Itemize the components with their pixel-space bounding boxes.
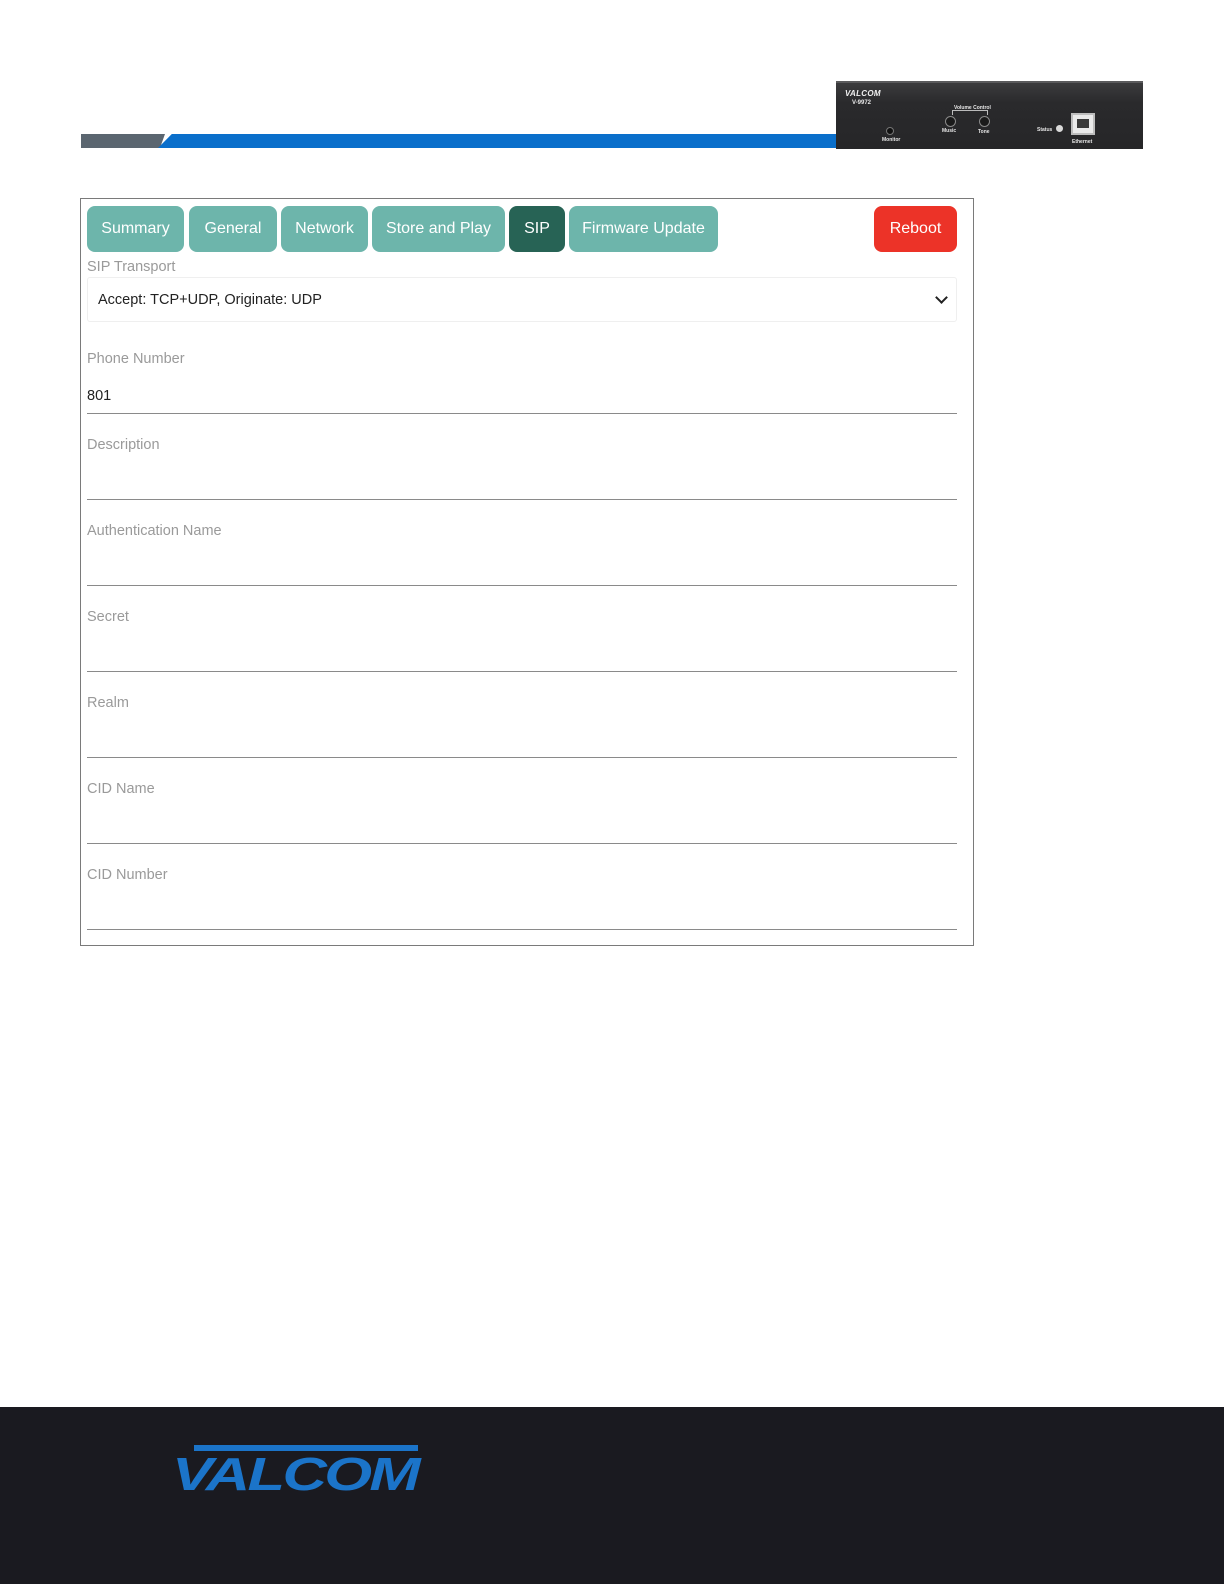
device-label-tone: Tone: [978, 129, 990, 135]
reboot-button[interactable]: Reboot: [874, 206, 957, 252]
cid-number-label: CID Number: [87, 867, 168, 883]
cid-number-input[interactable]: [87, 894, 957, 930]
sip-settings-panel: Summary General Network Store and Play S…: [80, 198, 974, 946]
header-band-blue: [158, 134, 848, 148]
tone-knob-icon: [979, 116, 990, 127]
tab-general[interactable]: General: [189, 206, 277, 252]
phone-number-label: Phone Number: [87, 351, 185, 367]
header-band-gray: [81, 134, 165, 148]
device-label-volume: Volume Control: [954, 105, 991, 111]
realm-input[interactable]: [87, 722, 957, 758]
footer: VALCOM: [0, 1407, 1224, 1584]
authentication-name-label: Authentication Name: [87, 523, 222, 539]
device-label-status: Status: [1037, 127, 1053, 133]
chevron-down-icon: [935, 291, 948, 304]
description-label: Description: [87, 437, 160, 453]
device-label-ethernet: Ethernet: [1072, 139, 1093, 145]
device-model: V-9972: [852, 100, 872, 106]
device-brand: VALCOM: [845, 89, 881, 98]
tab-summary[interactable]: Summary: [87, 206, 184, 252]
phone-number-input[interactable]: 801: [87, 378, 957, 414]
sip-transport-label: SIP Transport: [87, 259, 176, 275]
ethernet-port-icon: [1071, 113, 1095, 135]
music-knob-icon: [945, 116, 956, 127]
secret-label: Secret: [87, 609, 129, 625]
description-input[interactable]: [87, 464, 957, 500]
tab-network[interactable]: Network: [281, 206, 368, 252]
monitor-jack-icon: [886, 127, 894, 135]
device-image: VALCOM V-9972 Volume Control Music Tone …: [836, 81, 1143, 149]
secret-input[interactable]: [87, 636, 957, 672]
tab-bar: Summary General Network Store and Play S…: [87, 206, 967, 252]
tab-sip[interactable]: SIP: [509, 206, 565, 252]
phone-number-value: 801: [87, 387, 112, 404]
sip-transport-select[interactable]: Accept: TCP+UDP, Originate: UDP: [87, 277, 957, 322]
cid-name-input[interactable]: [87, 808, 957, 844]
sip-transport-value: Accept: TCP+UDP, Originate: UDP: [98, 291, 322, 308]
authentication-name-input[interactable]: [87, 550, 957, 586]
tab-store-and-play[interactable]: Store and Play: [372, 206, 505, 252]
cid-name-label: CID Name: [87, 781, 155, 797]
device-label-monitor: Monitor: [882, 137, 901, 143]
tab-firmware-update[interactable]: Firmware Update: [569, 206, 718, 252]
valcom-logo: VALCOM: [172, 1445, 422, 1493]
status-led-icon: [1056, 125, 1063, 132]
realm-label: Realm: [87, 695, 129, 711]
valcom-logo-text: VALCOM: [172, 1448, 422, 1493]
device-label-music: Music: [942, 128, 957, 134]
